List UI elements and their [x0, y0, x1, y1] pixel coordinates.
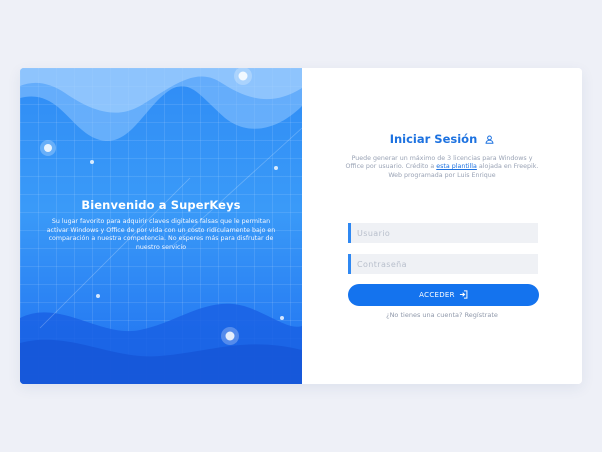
login-card: Bienvenido a SuperKeys Su lugar favorito… [20, 68, 582, 384]
welcome-hero-panel: Bienvenido a SuperKeys Su lugar favorito… [20, 68, 302, 384]
login-title-text: Iniciar Sesión [389, 132, 478, 146]
password-input[interactable] [348, 254, 538, 274]
user-icon [485, 133, 494, 147]
register-question: ¿No tienes una cuenta? [386, 311, 463, 319]
submit-button[interactable]: ACCEDER [348, 284, 539, 306]
username-input[interactable] [348, 223, 538, 243]
submit-button-label: ACCEDER [419, 291, 455, 299]
login-arrow-icon [459, 289, 468, 301]
template-credit-link[interactable]: esta plantilla [436, 163, 477, 170]
login-info-text: Puede generar un máximo de 3 licencias p… [342, 155, 542, 180]
login-panel: Iniciar Sesión Puede generar un máximo d… [302, 68, 582, 384]
hero-description: Su lugar favorito para adquirir claves d… [46, 218, 276, 251]
hero-title: Bienvenido a SuperKeys [81, 198, 241, 212]
login-title: Iniciar Sesión [302, 132, 582, 147]
register-link[interactable]: Regístrate [465, 311, 498, 319]
register-prompt: ¿No tienes una cuenta? Regístrate [302, 311, 582, 319]
